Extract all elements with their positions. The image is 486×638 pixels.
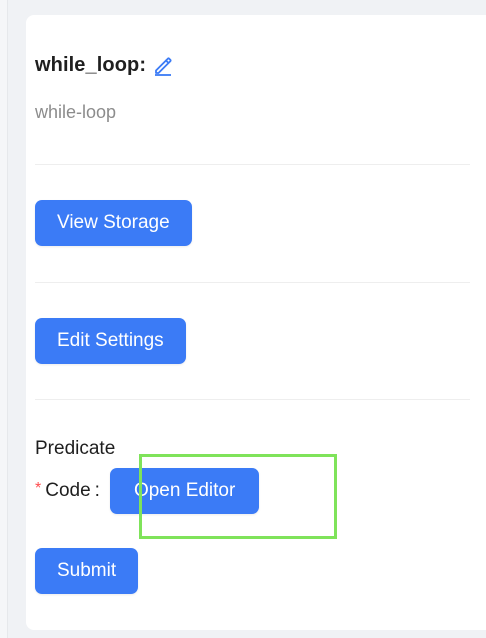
open-editor-button[interactable]: Open Editor [109, 468, 260, 514]
left-rail [0, 0, 8, 638]
required-marker: * [35, 480, 42, 497]
page: while_loop: while-loop View Storage Edit… [0, 0, 486, 638]
divider [35, 164, 470, 165]
predicate-label: Predicate [35, 438, 116, 459]
edit-settings-button[interactable]: Edit Settings [35, 318, 186, 364]
submit-button[interactable]: Submit [35, 548, 139, 594]
code-label-separator: : [94, 480, 100, 501]
code-label: Code: [45, 480, 100, 502]
pencil-icon[interactable] [152, 54, 174, 76]
divider [35, 282, 470, 283]
code-field-row: * Code: Open Editor [35, 468, 260, 514]
title-row: while_loop: [35, 45, 174, 85]
view-storage-button[interactable]: View Storage [35, 200, 192, 246]
node-subtitle: while-loop [35, 102, 117, 122]
divider [35, 399, 470, 400]
node-title: while_loop: [35, 53, 147, 76]
code-label-text: Code [45, 480, 91, 501]
